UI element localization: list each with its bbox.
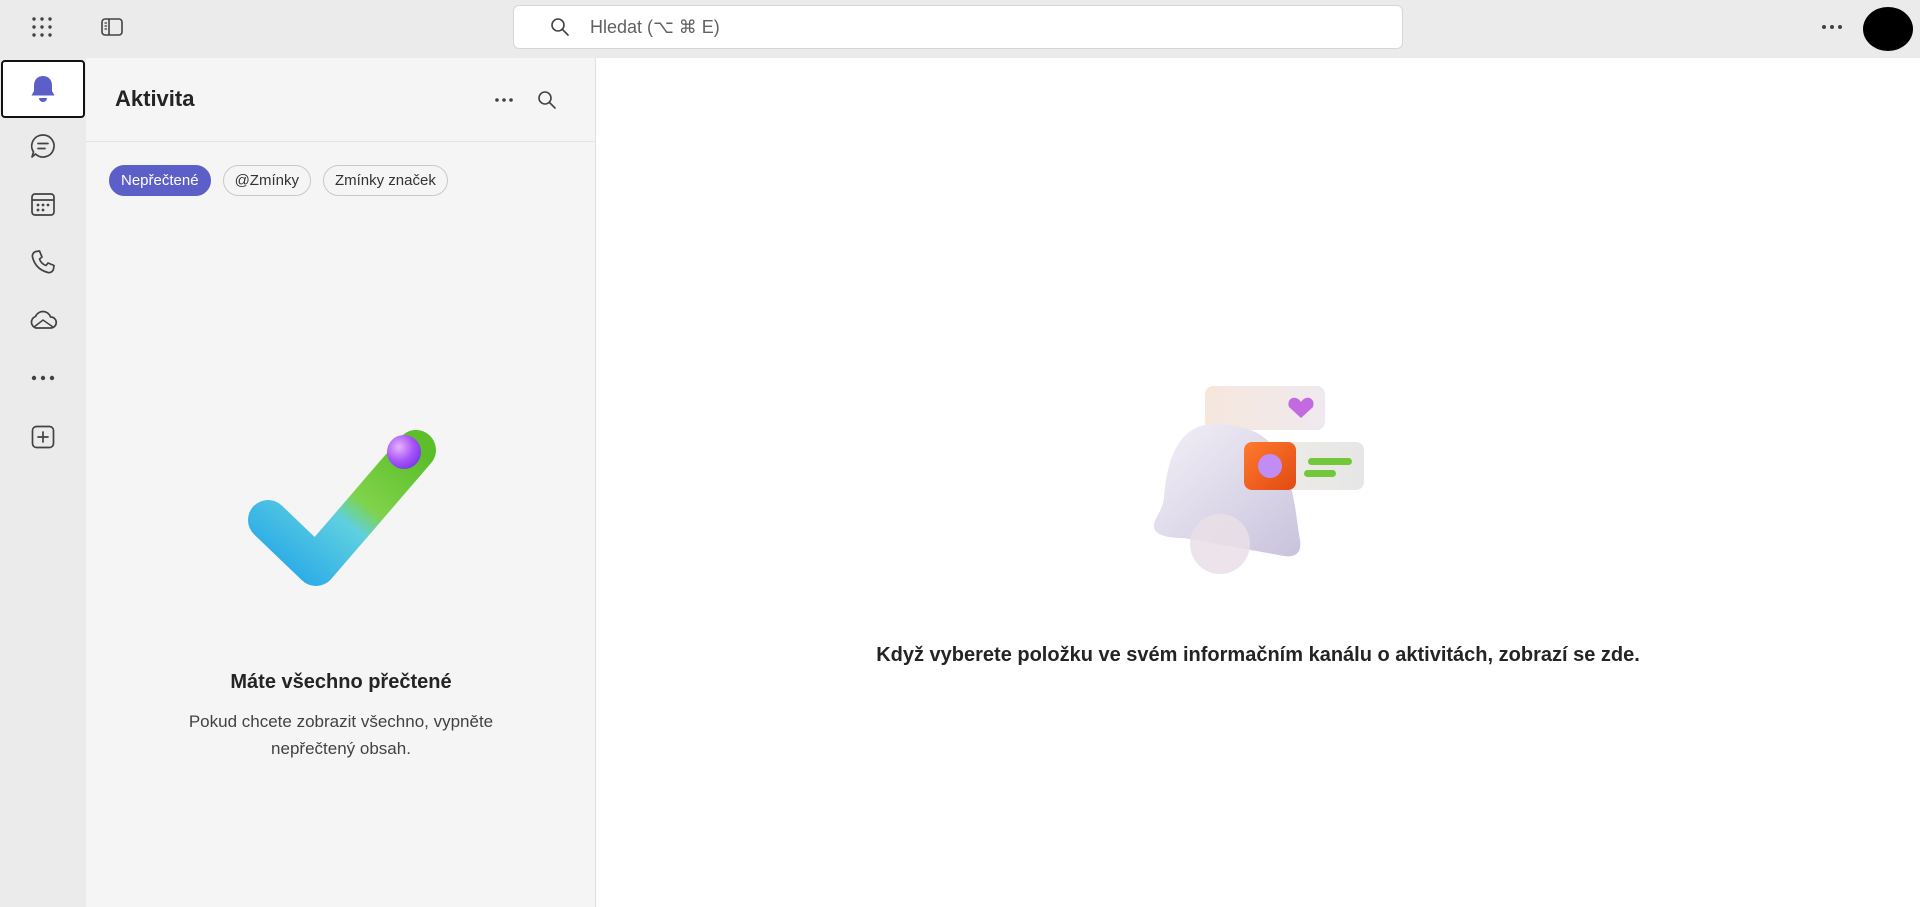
bell-notification-illustration [1154,386,1364,574]
search-icon [538,91,556,109]
search-box[interactable] [513,5,1403,49]
toggle-sidebar-button[interactable] [92,10,132,44]
rail-item-calls[interactable] [1,233,85,291]
app-rail [0,58,86,907]
bell-icon [31,76,55,102]
sidebar-icon [101,18,123,36]
user-avatar[interactable] [1863,7,1913,51]
filter-unread[interactable]: Nepřečtené [109,165,211,196]
main-content: Když vyberete položku ve svém informační… [596,58,1920,907]
calendar-icon [31,193,55,216]
onedrive-cloud-icon [30,310,58,329]
filter-tag-mentions[interactable]: Zmínky značek [322,165,448,196]
rail-item-chat[interactable] [1,117,85,175]
top-bar [0,0,1920,58]
rail-item-more-apps[interactable] [1,349,85,407]
more-horizontal-icon [495,98,513,102]
activity-search-button[interactable] [529,82,565,118]
rail-item-add-app[interactable] [1,408,85,466]
more-horizontal-icon [1822,25,1842,29]
empty-state-title: Máte všechno přečtené [230,671,452,693]
search-input[interactable] [590,16,1350,38]
phone-icon [31,250,55,274]
rail-item-calendar[interactable] [1,175,85,233]
rail-item-onedrive[interactable] [1,291,85,349]
search-icon [550,16,572,38]
empty-state-description: Pokud chcete zobrazit všechno, vypněte n… [188,712,494,758]
teams-app: Aktivita Nepřečtené @Zmínky Zmínky znače… [0,0,1920,907]
filter-mentions[interactable]: @Zmínky [222,165,311,196]
add-app-icon [31,425,55,449]
chat-icon [30,134,55,158]
rail-item-activity[interactable] [1,60,85,118]
checkmark-illustration [248,430,436,586]
waffle-icon [32,17,52,37]
activity-panel: Aktivita Nepřečtené @Zmínky Zmínky znače… [86,58,596,907]
more-apps-icon [31,375,55,381]
empty-feed-message: Když vyberete položku ve svém informační… [876,644,1640,666]
app-launcher-button[interactable] [22,10,62,44]
filter-pills: Nepřečtené @Zmínky Zmínky značek [109,165,448,196]
settings-more-button[interactable] [1812,10,1852,44]
page-title: Aktivita [115,86,195,111]
activity-more-button[interactable] [486,82,522,118]
activity-panel-header: Aktivita [86,58,596,142]
